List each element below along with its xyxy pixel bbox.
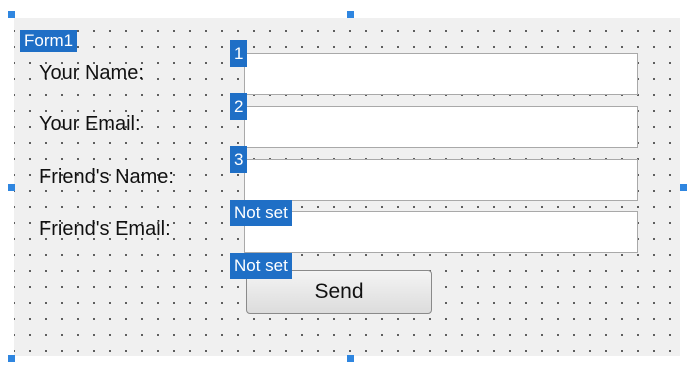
tab-order-tag-send-button: Not set: [230, 253, 292, 279]
friends-name-label: Friend's Name:: [39, 166, 174, 188]
resize-handle-middle-left[interactable]: [8, 184, 15, 191]
your-email-label: Your Email:: [39, 113, 141, 135]
friends-email-label: Friend's Email:: [39, 218, 171, 240]
tab-order-tag-your-name: 1: [230, 40, 248, 67]
your-name-label: Your Name:: [39, 62, 144, 84]
tab-order-tag-friends-name: 3: [230, 146, 248, 173]
resize-handle-bottom-middle[interactable]: [347, 355, 354, 362]
resize-handle-top-middle[interactable]: [347, 11, 354, 18]
your-email-field[interactable]: [244, 106, 638, 148]
friends-email-field[interactable]: [244, 211, 638, 253]
tab-order-tag-your-email: 2: [230, 93, 248, 120]
resize-handle-middle-right[interactable]: [680, 184, 687, 191]
resize-handle-top-left[interactable]: [8, 11, 15, 18]
your-name-field[interactable]: [244, 53, 638, 95]
friends-name-field[interactable]: [244, 159, 638, 201]
resize-handle-bottom-left[interactable]: [8, 355, 15, 362]
form-name-tag: Form1: [20, 30, 78, 52]
tab-order-tag-friends-email: Not set: [230, 200, 292, 226]
